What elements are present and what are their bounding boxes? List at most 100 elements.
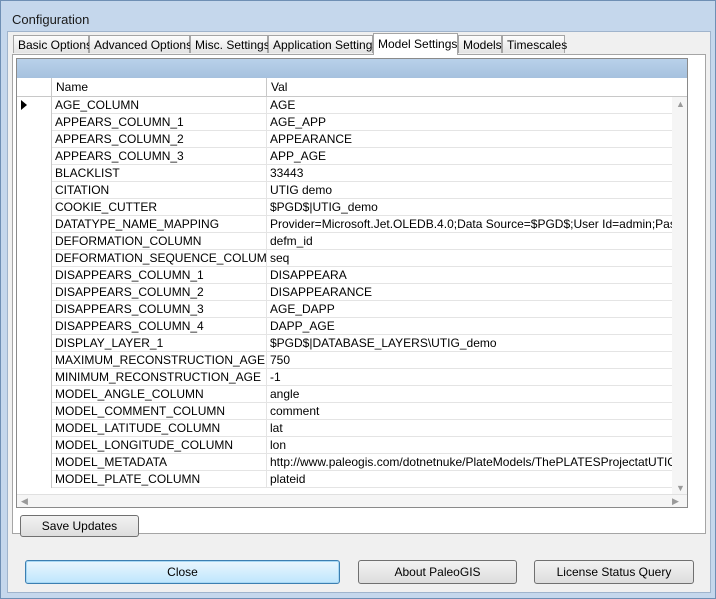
row-header[interactable] bbox=[17, 437, 52, 454]
row-header[interactable] bbox=[17, 267, 52, 284]
setting-value-cell[interactable]: APP_AGE bbox=[267, 148, 687, 165]
table-row[interactable]: MODEL_LONGITUDE_COLUMN lon bbox=[17, 437, 687, 454]
tab-timescales[interactable]: Timescales bbox=[502, 35, 567, 53]
setting-value-cell[interactable]: lat bbox=[267, 420, 687, 437]
row-header[interactable] bbox=[17, 97, 52, 114]
setting-value-cell[interactable]: $PGD$|UTIG_demo bbox=[267, 199, 687, 216]
setting-value-cell[interactable]: APPEARANCE bbox=[267, 131, 687, 148]
row-header[interactable] bbox=[17, 420, 52, 437]
save-updates-button[interactable]: Save Updates bbox=[20, 515, 139, 537]
row-header[interactable] bbox=[17, 114, 52, 131]
row-header[interactable] bbox=[17, 386, 52, 403]
setting-value-cell[interactable]: plateid bbox=[267, 471, 687, 488]
setting-name-cell[interactable]: MODEL_ANGLE_COLUMN bbox=[52, 386, 267, 403]
row-header[interactable] bbox=[17, 233, 52, 250]
scroll-left-arrow-icon[interactable]: ◀ bbox=[21, 496, 28, 506]
row-header[interactable] bbox=[17, 454, 52, 471]
table-row[interactable]: MODEL_LATITUDE_COLUMN lat bbox=[17, 420, 687, 437]
setting-name-cell[interactable]: APPEARS_COLUMN_3 bbox=[52, 148, 267, 165]
table-row[interactable]: BLACKLIST 33443 bbox=[17, 165, 687, 182]
setting-name-cell[interactable]: DEFORMATION_SEQUENCE_COLUMN bbox=[52, 250, 267, 267]
setting-value-cell[interactable]: DISAPPEARANCE bbox=[267, 284, 687, 301]
setting-value-cell[interactable]: http://www.paleogis.com/dotnetnuke/Plate… bbox=[267, 454, 687, 471]
tab-application-settings[interactable]: Application Settings bbox=[268, 35, 378, 53]
setting-name-cell[interactable]: DISAPPEARS_COLUMN_2 bbox=[52, 284, 267, 301]
row-header[interactable] bbox=[17, 403, 52, 420]
table-row[interactable]: APPEARS_COLUMN_2 APPEARANCE bbox=[17, 131, 687, 148]
setting-name-cell[interactable]: MODEL_METADATA bbox=[52, 454, 267, 471]
setting-name-cell[interactable]: DISPLAY_LAYER_1 bbox=[52, 335, 267, 352]
vertical-scrollbar[interactable]: ▲ ▼ bbox=[672, 97, 687, 495]
row-header[interactable] bbox=[17, 352, 52, 369]
close-button[interactable]: Close bbox=[25, 560, 340, 584]
table-row[interactable]: MODEL_PLATE_COLUMN plateid bbox=[17, 471, 687, 488]
table-row[interactable]: APPEARS_COLUMN_1 AGE_APP bbox=[17, 114, 687, 131]
scroll-right-arrow-icon[interactable]: ▶ bbox=[672, 496, 679, 506]
setting-name-cell[interactable]: APPEARS_COLUMN_2 bbox=[52, 131, 267, 148]
row-header[interactable] bbox=[17, 284, 52, 301]
table-row[interactable]: DEFORMATION_COLUMN defm_id bbox=[17, 233, 687, 250]
table-row[interactable]: APPEARS_COLUMN_3 APP_AGE bbox=[17, 148, 687, 165]
setting-value-cell[interactable]: lon bbox=[267, 437, 687, 454]
title-bar[interactable]: Configuration bbox=[1, 1, 715, 31]
setting-value-cell[interactable]: Provider=Microsoft.Jet.OLEDB.4.0;Data So… bbox=[267, 216, 687, 233]
table-row[interactable]: DISAPPEARS_COLUMN_3 AGE_DAPP bbox=[17, 301, 687, 318]
table-row[interactable]: MODEL_METADATA http://www.paleogis.com/do… bbox=[17, 454, 687, 471]
setting-name-cell[interactable]: MODEL_LATITUDE_COLUMN bbox=[52, 420, 267, 437]
row-header[interactable] bbox=[17, 182, 52, 199]
setting-name-cell[interactable]: AGE_COLUMN bbox=[52, 97, 267, 114]
setting-value-cell[interactable]: AGE_APP bbox=[267, 114, 687, 131]
setting-name-cell[interactable]: DISAPPEARS_COLUMN_1 bbox=[52, 267, 267, 284]
setting-name-cell[interactable]: BLACKLIST bbox=[52, 165, 267, 182]
setting-value-cell[interactable]: 750 bbox=[267, 352, 687, 369]
table-row[interactable]: DEFORMATION_SEQUENCE_COLUMN seq bbox=[17, 250, 687, 267]
tab-advanced-options[interactable]: Advanced Options bbox=[89, 35, 192, 53]
table-row[interactable]: DISAPPEARS_COLUMN_2 DISAPPEARANCE bbox=[17, 284, 687, 301]
settings-grid[interactable]: Name Val AGE_COLUMN AGE APPEARS_COLUMN_1 AG… bbox=[16, 58, 688, 508]
setting-name-cell[interactable]: MODEL_COMMENT_COLUMN bbox=[52, 403, 267, 420]
tab-models[interactable]: Models bbox=[458, 35, 502, 53]
row-header[interactable] bbox=[17, 318, 52, 335]
table-row[interactable]: MAXIMUM_RECONSTRUCTION_AGE 750 bbox=[17, 352, 687, 369]
setting-name-cell[interactable]: DATATYPE_NAME_MAPPING bbox=[52, 216, 267, 233]
setting-value-cell[interactable]: DAPP_AGE bbox=[267, 318, 687, 335]
table-row[interactable]: DISPLAY_LAYER_1 $PGD$|DATABASE_LAYERS\UTI… bbox=[17, 335, 687, 352]
setting-value-cell[interactable]: angle bbox=[267, 386, 687, 403]
setting-name-cell[interactable]: DEFORMATION_COLUMN bbox=[52, 233, 267, 250]
setting-value-cell[interactable]: AGE_DAPP bbox=[267, 301, 687, 318]
setting-name-cell[interactable]: DISAPPEARS_COLUMN_4 bbox=[52, 318, 267, 335]
setting-value-cell[interactable]: seq bbox=[267, 250, 687, 267]
setting-name-cell[interactable]: COOKIE_CUTTER bbox=[52, 199, 267, 216]
setting-name-cell[interactable]: MINIMUM_RECONSTRUCTION_AGE bbox=[52, 369, 267, 386]
tab-misc-settings[interactable]: Misc. Settings bbox=[190, 35, 270, 53]
row-header[interactable] bbox=[17, 165, 52, 182]
table-row[interactable]: DATATYPE_NAME_MAPPING Provider=Microsoft.… bbox=[17, 216, 687, 233]
setting-value-cell[interactable]: defm_id bbox=[267, 233, 687, 250]
row-header[interactable] bbox=[17, 335, 52, 352]
setting-value-cell[interactable]: 33443 bbox=[267, 165, 687, 182]
tab-basic-options[interactable]: Basic Options bbox=[13, 35, 92, 53]
setting-value-cell[interactable]: UTIG demo bbox=[267, 182, 687, 199]
license-status-query-button[interactable]: License Status Query bbox=[534, 560, 694, 584]
setting-name-cell[interactable]: MODEL_LONGITUDE_COLUMN bbox=[52, 437, 267, 454]
setting-value-cell[interactable]: DISAPPEARA bbox=[267, 267, 687, 284]
row-header[interactable] bbox=[17, 471, 52, 488]
setting-value-cell[interactable]: $PGD$|DATABASE_LAYERS\UTIG_demo bbox=[267, 335, 687, 352]
row-header[interactable] bbox=[17, 148, 52, 165]
row-header[interactable] bbox=[17, 301, 52, 318]
table-row[interactable]: MODEL_ANGLE_COLUMN angle bbox=[17, 386, 687, 403]
table-row[interactable]: DISAPPEARS_COLUMN_4 DAPP_AGE bbox=[17, 318, 687, 335]
table-row[interactable]: MODEL_COMMENT_COLUMN comment bbox=[17, 403, 687, 420]
setting-value-cell[interactable]: comment bbox=[267, 403, 687, 420]
row-header[interactable] bbox=[17, 199, 52, 216]
column-header-value[interactable]: Val bbox=[267, 78, 687, 96]
table-row[interactable]: DISAPPEARS_COLUMN_1 DISAPPEARA bbox=[17, 267, 687, 284]
row-header[interactable] bbox=[17, 131, 52, 148]
setting-value-cell[interactable]: -1 bbox=[267, 369, 687, 386]
table-row[interactable]: MINIMUM_RECONSTRUCTION_AGE -1 bbox=[17, 369, 687, 386]
scroll-down-arrow-icon[interactable]: ▼ bbox=[676, 483, 685, 493]
setting-name-cell[interactable]: CITATION bbox=[52, 182, 267, 199]
row-header[interactable] bbox=[17, 369, 52, 386]
setting-name-cell[interactable]: MAXIMUM_RECONSTRUCTION_AGE bbox=[52, 352, 267, 369]
table-row[interactable]: AGE_COLUMN AGE bbox=[17, 97, 687, 114]
